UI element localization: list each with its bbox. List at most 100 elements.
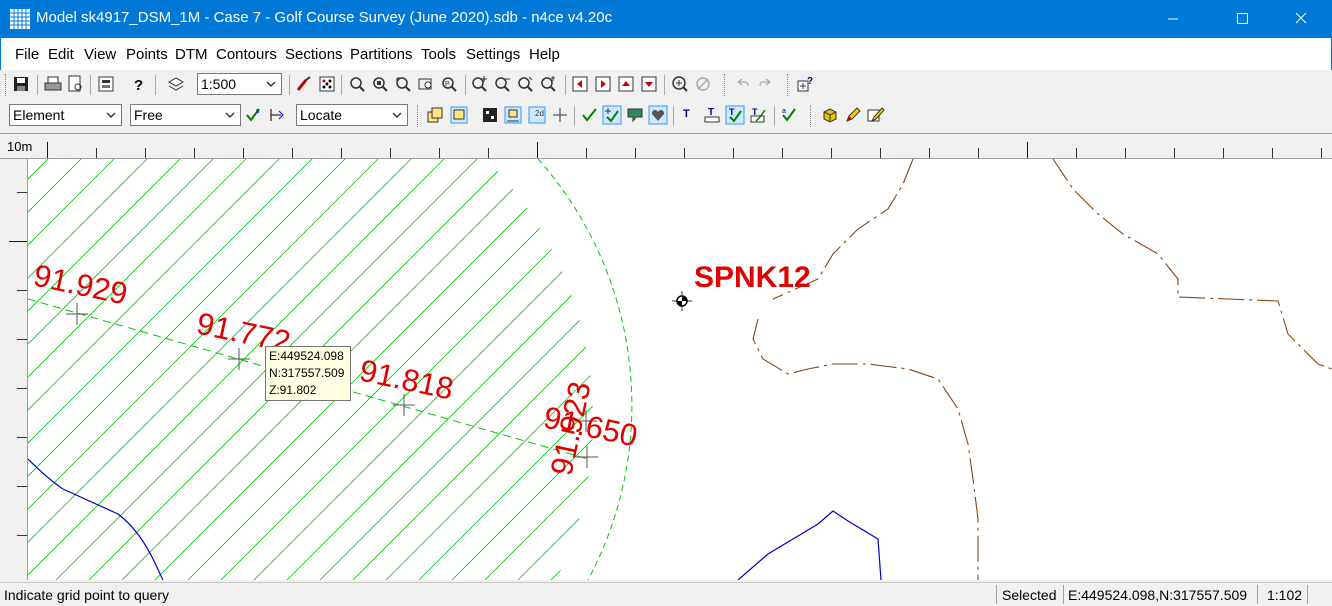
vertical-ruler [0,159,28,580]
tooltip-elevation: Z:91.802 [269,383,317,397]
text-box-icon[interactable]: T [702,105,722,125]
horizontal-ruler: 10m [0,133,1332,159]
move-element-icon[interactable] [449,105,469,125]
pan-right-icon[interactable] [593,74,613,94]
hatch-boundary [537,159,633,580]
verify-icon[interactable]: a [779,105,799,125]
zoom-previous-icon[interactable]: P [439,74,459,94]
zoom-frame-icon[interactable] [416,74,436,94]
check-icon[interactable] [580,105,600,125]
pan-left-icon[interactable] [570,74,590,94]
svg-text:P: P [445,81,450,88]
menu-view[interactable]: View [84,46,116,63]
maximize-button[interactable] [1219,0,1265,38]
window-title: Model sk4917_DSM_1M - Case 7 - Golf Cour… [36,9,613,26]
toolbar-grip[interactable] [5,74,8,96]
text-check-icon[interactable]: T [725,105,745,125]
query-zoom-icon[interactable] [670,74,690,94]
chevron-down-icon [106,112,116,118]
query-tooltip: E:449524.098 N:317557.509 Z:91.802 [265,346,351,401]
svg-text:T: T [729,107,735,117]
zoom-extents-icon[interactable] [370,74,390,94]
contour-lines [752,159,1332,580]
menu-tools[interactable]: Tools [421,46,456,63]
svg-text:?: ? [134,77,143,94]
redo-icon[interactable] [756,74,776,94]
save-icon[interactable] [11,74,31,94]
pan-down-icon[interactable] [639,74,659,94]
blue-boundary-line [28,458,164,580]
selection-toolbar: Element Free s Locate 2d T T T T a [0,101,1332,132]
zoom-pan-icon[interactable] [393,74,413,94]
menu-settings[interactable]: Settings [466,46,520,63]
comment-icon[interactable] [625,105,645,125]
main-toolbar: ? 1:500 P ? [0,70,1332,101]
undo-icon[interactable] [732,74,752,94]
menu-bar: File Edit View Points DTM Contours Secti… [0,38,1332,70]
cube-icon[interactable] [820,105,840,125]
status-coordinates: E:449524.098,N:317557.509 [1068,587,1248,603]
z-level-icon[interactable]: 2d [527,105,547,125]
status-scale: 1:102 [1267,587,1303,603]
crosshair-icon[interactable] [550,105,570,125]
tooltip-easting: E:449524.098 [269,349,344,363]
text-edit-icon[interactable]: T [748,105,768,125]
svg-text:s: s [256,108,260,115]
tooltip-northing: N:317557.509 [269,366,345,380]
print-icon[interactable] [43,74,63,94]
drawing-canvas[interactable]: SPNK12 91.929 91.772 91.818 91.923 91.65… [28,159,1332,580]
menu-help[interactable]: Help [529,46,560,63]
zoom-in-icon[interactable] [470,74,490,94]
menu-contours[interactable]: Contours [216,46,277,63]
toolbar-grip[interactable] [787,74,790,96]
help-icon[interactable]: ? [128,74,148,94]
snap-mode-combo[interactable]: Free [130,104,241,126]
zoom-in-alt-icon[interactable] [516,74,536,94]
heart-check-icon[interactable] [648,105,668,125]
no-zoom-icon[interactable] [693,74,713,94]
paint-brush-icon[interactable] [294,74,314,94]
toolbar-grip[interactable] [417,105,420,127]
menu-edit[interactable]: Edit [48,46,74,63]
toolbar-grip[interactable] [724,74,727,96]
black-box-icon[interactable] [480,105,500,125]
layers-icon[interactable] [166,74,186,94]
app-grid-icon [10,9,30,29]
chevron-down-icon [392,112,402,118]
add-check-icon[interactable] [602,105,622,125]
hatch-area [28,159,593,580]
context-help-icon[interactable]: ? [796,74,816,94]
status-state: Selected [1002,587,1057,603]
toolbar-grip[interactable] [810,105,813,127]
pencil-icon[interactable] [843,105,863,125]
draw-edit-icon[interactable] [866,105,886,125]
close-button[interactable] [1278,0,1324,38]
print-preview-icon[interactable] [65,74,85,94]
minimize-button[interactable] [1150,0,1196,38]
snap-check-icon[interactable]: s [244,105,264,125]
svg-text:a: a [782,108,786,115]
zoom-out-icon[interactable] [493,74,513,94]
properties-icon[interactable] [96,74,116,94]
select-mode-combo[interactable]: Element [9,104,122,126]
menu-points[interactable]: Points [126,46,168,63]
menu-dtm[interactable]: DTM [175,46,208,63]
blue-boundary-line [737,510,882,580]
zoom-all-icon[interactable] [539,74,559,94]
station-label: SPNK12 [694,261,811,294]
grid-select-icon[interactable] [503,105,523,125]
copy-element-icon[interactable] [425,105,445,125]
menu-file[interactable]: File [15,46,39,63]
pan-up-icon[interactable] [616,74,636,94]
menu-sections[interactable]: Sections [285,46,343,63]
snap-toggle-icon[interactable] [267,105,287,125]
svg-text:T: T [708,107,714,118]
dice-icon[interactable] [317,74,337,94]
zoom-window-icon[interactable] [347,74,367,94]
scale-combo[interactable]: 1:500 [197,73,282,95]
spot-level-label: 91.818 [357,353,457,407]
text-icon[interactable]: T [678,105,698,125]
menu-partitions[interactable]: Partitions [350,46,413,63]
locate-mode-combo[interactable]: Locate [296,104,408,126]
status-bar: Indicate grid point to query Selected E:… [0,582,1332,606]
